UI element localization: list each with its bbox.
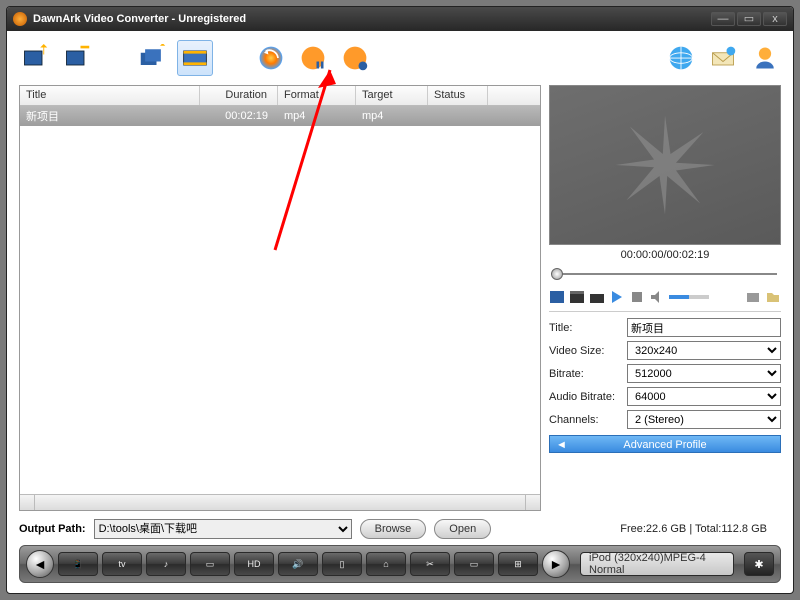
play-icon[interactable] (609, 289, 625, 305)
format-button[interactable]: ▭ (190, 552, 230, 576)
cell-title: 新项目 (20, 106, 200, 126)
col-title[interactable]: Title (20, 86, 200, 105)
channels-select[interactable]: 2 (Stereo) (627, 410, 781, 429)
properties-panel: Title: Video Size:320x240 Bitrate:512000… (549, 312, 781, 435)
leaf-icon (550, 86, 780, 244)
cell-duration: 00:02:19 (200, 108, 278, 124)
open-button[interactable]: Open (434, 519, 491, 539)
bitrate-select[interactable]: 512000 (627, 364, 781, 383)
volume-slider[interactable] (669, 295, 709, 299)
format-button[interactable]: HD (234, 552, 274, 576)
output-path-select[interactable]: D:\tools\桌面\下载吧 (94, 519, 352, 539)
titlebar: DawnArk Video Converter - Unregistered —… (7, 7, 793, 31)
col-format[interactable]: Format (278, 86, 356, 105)
col-duration[interactable]: Duration (200, 86, 278, 105)
disk-info: Free:22.6 GB | Total:112.8 GB (620, 523, 767, 535)
cell-status (428, 114, 488, 118)
time-display: 00:00:00/00:02:19 (549, 245, 781, 265)
output-row: Output Path: D:\tools\桌面\下载吧 Browse Open… (7, 511, 793, 545)
stop-icon[interactable] (629, 289, 645, 305)
horizontal-scrollbar[interactable] (20, 494, 540, 510)
film-icon[interactable] (549, 289, 565, 305)
format-button[interactable]: ♪ (146, 552, 186, 576)
close-button[interactable]: x (763, 12, 787, 26)
pause-button[interactable] (295, 40, 331, 76)
cell-target: mp4 (356, 108, 428, 124)
snapshot-icon[interactable] (745, 289, 761, 305)
volume-icon[interactable] (649, 289, 665, 305)
format-button[interactable]: ▯ (322, 552, 362, 576)
abitrate-label: Audio Bitrate: (549, 391, 627, 403)
window-title: DawnArk Video Converter - Unregistered (33, 13, 709, 25)
stop-button[interactable] (337, 40, 373, 76)
format-button[interactable]: tv (102, 552, 142, 576)
player-controls (549, 287, 781, 312)
browse-button[interactable]: Browse (360, 519, 427, 539)
col-status[interactable]: Status (428, 86, 488, 105)
maximize-button[interactable]: ▭ (737, 12, 761, 26)
format-button[interactable]: ⊞ (498, 552, 538, 576)
web-button[interactable] (663, 40, 699, 76)
video-mode-button[interactable] (177, 40, 213, 76)
main-toolbar (7, 31, 793, 85)
folder-icon[interactable] (765, 289, 781, 305)
format-button[interactable]: ✂ (410, 552, 450, 576)
format-button[interactable]: ⌂ (366, 552, 406, 576)
add-files-button[interactable] (135, 40, 171, 76)
channels-label: Channels: (549, 414, 627, 426)
prev-format-button[interactable]: ◄ (26, 550, 54, 578)
cell-format: mp4 (278, 108, 356, 124)
title-label: Title: (549, 322, 627, 334)
next-format-button[interactable]: ► (542, 550, 570, 578)
clapper-icon[interactable] (569, 289, 585, 305)
app-icon (13, 12, 27, 26)
advanced-profile-button[interactable]: Advanced Profile (549, 435, 781, 453)
audio-bitrate-select[interactable]: 64000 (627, 387, 781, 406)
video-size-select[interactable]: 320x240 (627, 341, 781, 360)
format-button[interactable]: 📱 (58, 552, 98, 576)
convert-button[interactable] (253, 40, 289, 76)
table-header: Title Duration Format Target Status (20, 86, 540, 106)
format-bar: ◄ 📱 tv ♪ ▭ HD 🔊 ▯ ⌂ ✂ ▭ ⊞ ► iPod (320x24… (19, 545, 781, 583)
mail-button[interactable] (705, 40, 741, 76)
seek-slider[interactable] (549, 267, 781, 281)
bitrate-label: Bitrate: (549, 368, 627, 380)
col-target[interactable]: Target (356, 86, 428, 105)
preview-panel (549, 85, 781, 245)
user-button[interactable] (747, 40, 783, 76)
minimize-button[interactable]: — (711, 12, 735, 26)
clapper2-icon[interactable] (589, 289, 605, 305)
output-path-label: Output Path: (19, 523, 86, 535)
format-button[interactable]: ▭ (454, 552, 494, 576)
format-button[interactable]: 🔊 (278, 552, 318, 576)
apply-profile-button[interactable]: ✱ (744, 552, 774, 576)
remove-file-button[interactable] (59, 40, 95, 76)
table-row[interactable]: 新项目 00:02:19 mp4 mp4 (20, 106, 540, 126)
title-input[interactable] (627, 318, 781, 337)
file-list: Title Duration Format Target Status 新项目 … (19, 85, 541, 511)
profile-selector[interactable]: iPod (320x240)MPEG-4 Normal (580, 552, 734, 576)
add-file-button[interactable] (17, 40, 53, 76)
vsize-label: Video Size: (549, 345, 627, 357)
